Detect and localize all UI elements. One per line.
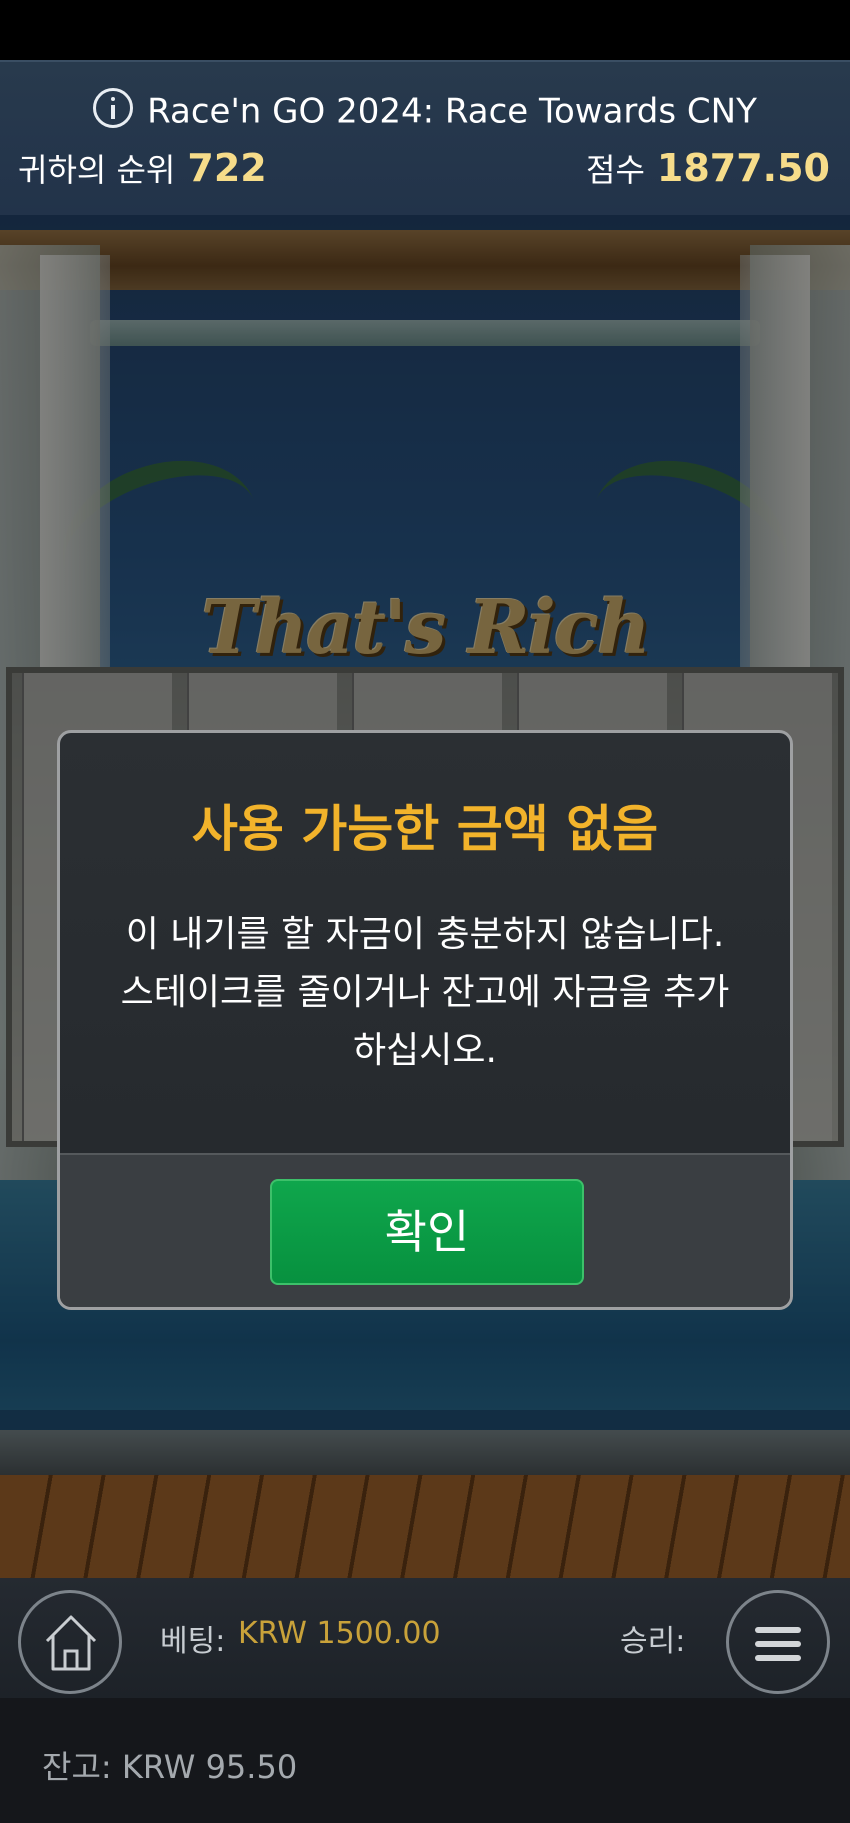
balance-bar: 잔고: KRW 95.50 [0, 1698, 850, 1823]
tournament-header: Race'n GO 2024: Race Towards CNY 귀하의 순위 7… [0, 60, 850, 215]
hamburger-menu-icon-line [755, 1655, 801, 1661]
score-value: 1877.50 [656, 146, 830, 190]
dialog-title: 사용 가능한 금액 없음 [191, 800, 659, 858]
insufficient-funds-dialog: 사용 가능한 금액 없음 이 내기를 할 자금이 충분하지 않습니다. 스테이크… [57, 730, 793, 1310]
home-icon [45, 1615, 97, 1671]
bet-label: 베팅: [160, 1624, 226, 1659]
bottom-bar: 베팅: KRW 1500.00 승리: [0, 1578, 850, 1698]
balance-text: 잔고: KRW 95.50 [42, 1748, 298, 1786]
score-row: 점수 1877.50 [586, 145, 830, 191]
menu-button[interactable] [726, 1590, 830, 1694]
score-label: 점수 [586, 151, 645, 189]
hamburger-menu-icon-line [755, 1641, 801, 1647]
status-bar [0, 0, 850, 60]
rank-label: 귀하의 순위 [18, 151, 176, 189]
rank-row: 귀하의 순위 722 [18, 145, 267, 191]
win-label: 승리: [620, 1624, 686, 1659]
ok-button[interactable]: 확인 [270, 1179, 584, 1285]
dialog-message: 이 내기를 할 자금이 충분하지 않습니다. 스테이크를 줄이거나 잔고에 자금… [120, 914, 730, 1071]
home-button[interactable] [18, 1590, 122, 1694]
rank-value: 722 [187, 146, 267, 190]
tournament-title-row[interactable]: Race'n GO 2024: Race Towards CNY [0, 87, 850, 132]
info-icon[interactable] [93, 87, 134, 128]
tournament-title: Race'n GO 2024: Race Towards CNY [147, 91, 757, 132]
hamburger-menu-icon [755, 1627, 801, 1633]
dialog-footer: 확인 [60, 1153, 790, 1307]
bet-value[interactable]: KRW 1500.00 [238, 1616, 441, 1651]
